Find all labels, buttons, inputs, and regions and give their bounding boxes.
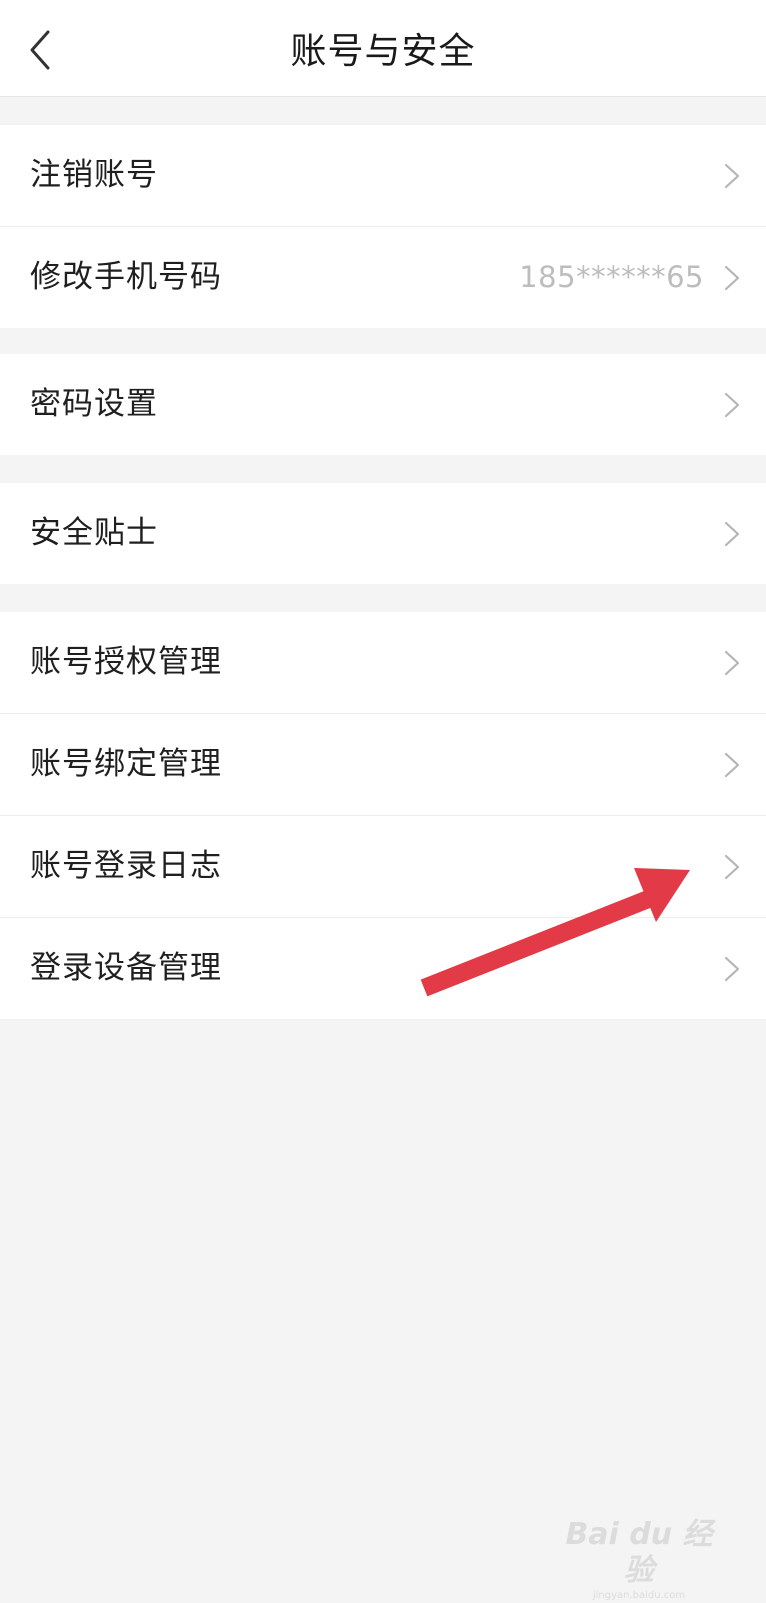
chevron-right-icon: [724, 650, 740, 676]
nav-bar: 账号与安全: [0, 0, 766, 97]
row-login-log[interactable]: 账号登录日志: [0, 815, 766, 917]
chevron-right-icon: [724, 521, 740, 547]
settings-group-account: 注销账号 修改手机号码 185******65: [0, 125, 766, 328]
row-security-tips[interactable]: 安全贴士: [0, 483, 766, 584]
row-password-settings[interactable]: 密码设置: [0, 354, 766, 455]
page-title: 账号与安全: [290, 31, 476, 72]
chevron-right-icon: [724, 265, 740, 291]
phone-number-value: 185******65: [519, 260, 704, 294]
row-label: 账号绑定管理: [30, 746, 222, 782]
settings-group-management: 账号授权管理 账号绑定管理 账号登录日志 登录设备管理: [0, 612, 766, 1019]
row-label: 登录设备管理: [30, 950, 222, 986]
row-label: 账号登录日志: [30, 848, 222, 884]
chevron-right-icon: [724, 752, 740, 778]
row-device-management[interactable]: 登录设备管理: [0, 917, 766, 1019]
chevron-right-icon: [724, 956, 740, 982]
row-label: 安全贴士: [30, 515, 158, 551]
row-account-authorization[interactable]: 账号授权管理: [0, 612, 766, 713]
settings-group-password: 密码设置: [0, 354, 766, 455]
row-change-phone[interactable]: 修改手机号码 185******65: [0, 226, 766, 328]
row-cancel-account[interactable]: 注销账号: [0, 125, 766, 226]
chevron-right-icon: [724, 854, 740, 880]
chevron-right-icon: [724, 163, 740, 189]
row-label: 修改手机号码: [30, 259, 222, 295]
watermark-url: jingyan.baidu.com: [592, 1590, 686, 1601]
watermark-brand: Bai du 经验: [565, 1517, 713, 1588]
row-label: 注销账号: [30, 157, 158, 193]
chevron-right-icon: [724, 392, 740, 418]
settings-group-tips: 安全贴士: [0, 483, 766, 584]
row-label: 账号授权管理: [30, 644, 222, 680]
row-account-binding[interactable]: 账号绑定管理: [0, 713, 766, 815]
watermark: Bai du 经验 jingyan.baidu.com: [564, 1517, 714, 1601]
row-label: 密码设置: [30, 386, 158, 422]
